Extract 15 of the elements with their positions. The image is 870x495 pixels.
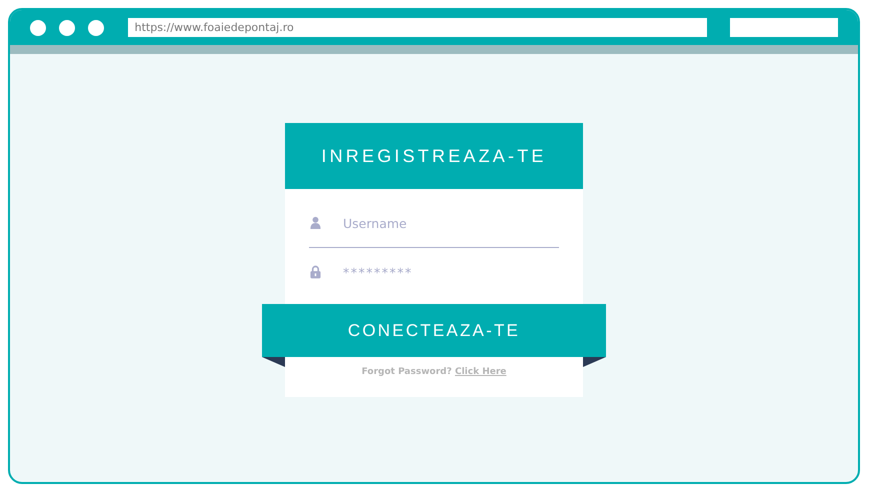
lock-icon	[310, 265, 321, 279]
ribbon-fold-icon	[262, 357, 285, 367]
window-button[interactable]	[88, 20, 104, 36]
card-title: INREGISTREAZA-TE	[285, 123, 583, 189]
address-bar[interactable]: https://www.foaiedepontaj.ro	[128, 18, 708, 37]
search-field[interactable]	[730, 18, 838, 37]
ribbon-fold-icon	[583, 357, 606, 367]
window-button[interactable]	[59, 20, 75, 36]
click-here-link[interactable]: Click Here	[454, 367, 506, 377]
login-button[interactable]: CONECTEAZA-TE	[262, 304, 606, 357]
forgot-password-text: Forgot Password?	[362, 367, 452, 377]
window-button[interactable]	[30, 20, 46, 36]
username-field[interactable]: Username	[341, 214, 545, 232]
password-field[interactable]: *********	[341, 264, 545, 280]
user-icon	[310, 216, 321, 230]
